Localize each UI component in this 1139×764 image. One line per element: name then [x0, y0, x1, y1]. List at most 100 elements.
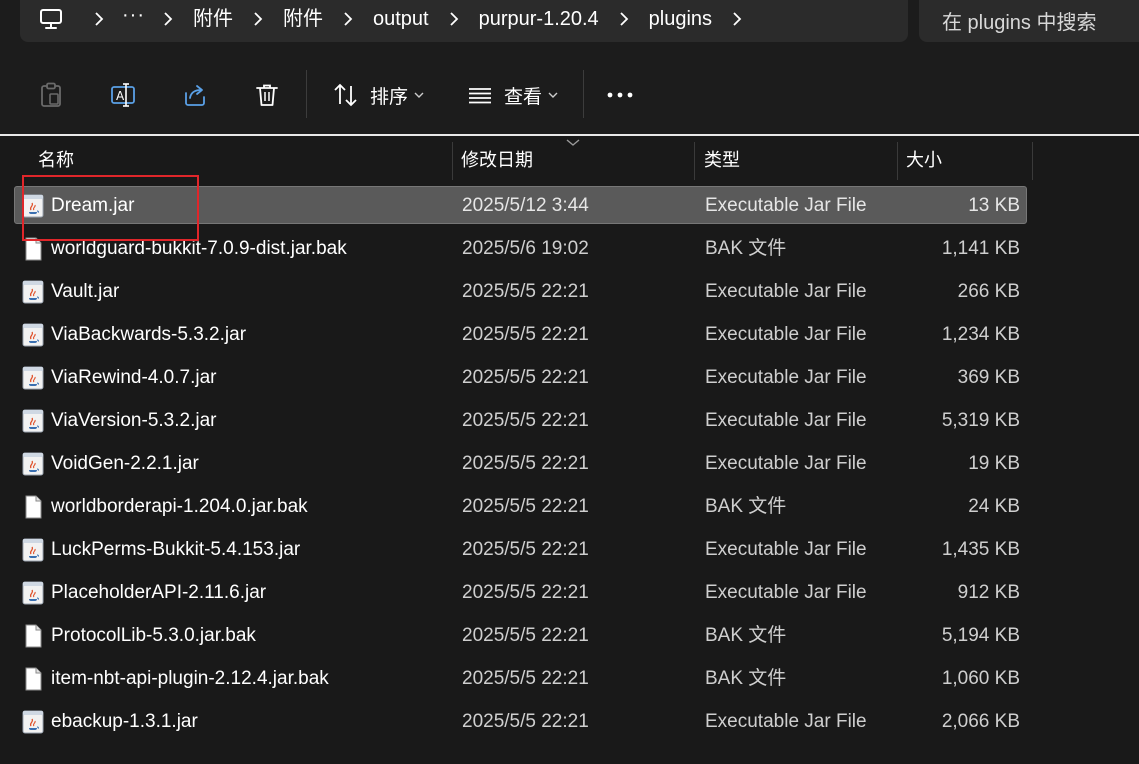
file-modified-date: 2025/5/5 22:21: [462, 367, 589, 388]
column-header-modified[interactable]: 修改日期: [461, 138, 533, 180]
chevron-right-icon[interactable]: [331, 0, 365, 38]
search-placeholder: 在 plugins 中搜索: [942, 12, 1097, 34]
file-row[interactable]: ebackup-1.3.1.jar 2025/5/5 22:21 Executabl…: [14, 702, 1027, 740]
chevron-down-icon: [414, 92, 424, 98]
view-list-icon: [468, 88, 491, 104]
file-name: LuckPerms-Bukkit-5.4.153.jar: [51, 539, 301, 560]
column-resize-handle[interactable]: [1032, 142, 1033, 180]
file-name: worldborderapi-1.204.0.jar.bak: [51, 496, 308, 517]
breadcrumb-item-2[interactable]: 附件: [275, 0, 331, 38]
breadcrumb-item-output[interactable]: output: [365, 0, 437, 38]
rename-button[interactable]: A: [108, 78, 138, 112]
file-modified-date: 2025/5/5 22:21: [462, 668, 589, 689]
sort-button[interactable]: 排序: [330, 78, 426, 112]
toolbar-divider: [583, 70, 584, 118]
file-row[interactable]: worldborderapi-1.204.0.jar.bak 2025/5/5 2…: [14, 487, 1027, 525]
file-type: Executable Jar File: [705, 410, 867, 431]
java-jar-icon: [22, 194, 44, 218]
chevron-right-icon[interactable]: [607, 0, 641, 38]
file-name: ViaBackwards-5.3.2.jar: [51, 324, 247, 345]
file-row[interactable]: LuckPerms-Bukkit-5.4.153.jar 2025/5/5 22:…: [14, 530, 1027, 568]
chevron-right-icon[interactable]: [241, 0, 275, 38]
column-resize-handle[interactable]: [694, 142, 695, 180]
view-label: 查看: [503, 86, 542, 108]
file-modified-date: 2025/5/5 22:21: [462, 711, 589, 732]
java-jar-icon: [22, 366, 44, 390]
java-jar-icon: [22, 710, 44, 734]
file-modified-date: 2025/5/12 3:44: [462, 195, 589, 216]
file-name: item-nbt-api-plugin-2.12.4.jar.bak: [51, 668, 329, 689]
share-button[interactable]: [180, 78, 210, 112]
blank-file-icon: [25, 495, 42, 519]
java-jar-icon: [22, 280, 44, 304]
file-row[interactable]: ViaVersion-5.3.2.jar 2025/5/5 22:21 Execut…: [14, 401, 1027, 439]
file-type: BAK 文件: [705, 238, 787, 259]
file-size: 1,435 KB: [941, 539, 1020, 560]
file-size: 19 KB: [968, 453, 1020, 474]
file-size: 1,060 KB: [941, 668, 1020, 689]
rename-icon: A: [111, 83, 135, 107]
toolbar-divider: [306, 70, 307, 118]
file-modified-date: 2025/5/5 22:21: [462, 410, 589, 431]
file-modified-date: 2025/5/5 22:21: [462, 625, 589, 646]
file-type: Executable Jar File: [705, 453, 867, 474]
file-row[interactable]: ProtocolLib-5.3.0.jar.bak 2025/5/5 22:21 B…: [14, 616, 1027, 654]
file-list: 名称 修改日期 类型 大小 Dream.jar 2025/5/12 3:44 Exe…: [0, 138, 1139, 764]
breadcrumb-items: ··· 附件 附件 output purpur-1.20.4 plugins: [20, 0, 754, 38]
file-size: 1,141 KB: [941, 238, 1020, 259]
paste-button[interactable]: [36, 78, 66, 112]
file-modified-date: 2025/5/5 22:21: [462, 496, 589, 517]
breadcrumb-item-purpur[interactable]: purpur-1.20.4: [471, 0, 607, 38]
java-jar-icon: [22, 323, 44, 347]
column-header-type[interactable]: 类型: [704, 138, 740, 180]
file-type: BAK 文件: [705, 625, 787, 646]
file-modified-date: 2025/5/5 22:21: [462, 281, 589, 302]
file-type: BAK 文件: [705, 496, 787, 517]
command-bar: A 排序 查看: [0, 52, 1139, 136]
svg-text:A: A: [116, 89, 125, 103]
column-resize-handle[interactable]: [897, 142, 898, 180]
file-name: Dream.jar: [51, 195, 135, 216]
breadcrumb-more-button[interactable]: ···: [116, 0, 151, 38]
file-modified-date: 2025/5/5 22:21: [462, 324, 589, 345]
breadcrumb-item-plugins[interactable]: plugins: [641, 0, 720, 38]
blank-file-icon: [25, 624, 42, 648]
chevron-right-icon[interactable]: [82, 0, 116, 38]
file-row[interactable]: ViaBackwards-5.3.2.jar 2025/5/5 22:21 Exec…: [14, 315, 1027, 353]
java-jar-icon: [22, 409, 44, 433]
chevron-right-icon[interactable]: [151, 0, 185, 38]
file-type: Executable Jar File: [705, 582, 867, 603]
file-name: ViaRewind-4.0.7.jar: [51, 367, 217, 388]
breadcrumb-item-1[interactable]: 附件: [185, 0, 241, 38]
sort-icon: [334, 83, 357, 107]
file-name: VoidGen-2.2.1.jar: [51, 453, 199, 474]
search-input[interactable]: 在 plugins 中搜索: [919, 0, 1139, 42]
column-header-name[interactable]: 名称: [38, 138, 74, 180]
clipboard-icon: [41, 82, 61, 107]
blank-file-icon: [25, 237, 42, 261]
trash-icon: [256, 84, 278, 106]
file-row[interactable]: VoidGen-2.2.1.jar 2025/5/5 22:21 Executabl…: [14, 444, 1027, 482]
more-options-button[interactable]: [604, 78, 636, 112]
breadcrumb[interactable]: ··· 附件 附件 output purpur-1.20.4 plugins: [20, 0, 908, 42]
file-size: 13 KB: [968, 195, 1020, 216]
file-row[interactable]: worldguard-bukkit-7.0.9-dist.jar.bak 2025…: [14, 229, 1027, 267]
file-row[interactable]: PlaceholderAPI-2.11.6.jar 2025/5/5 22:21 E…: [14, 573, 1027, 611]
column-resize-handle[interactable]: [452, 142, 453, 180]
file-row[interactable]: item-nbt-api-plugin-2.12.4.jar.bak 2025/5…: [14, 659, 1027, 697]
file-name: ProtocolLib-5.3.0.jar.bak: [51, 625, 256, 646]
file-row[interactable]: Dream.jar 2025/5/12 3:44 Executable Jar Fi…: [14, 186, 1027, 224]
computer-icon[interactable]: [20, 0, 82, 38]
column-header-size[interactable]: 大小: [906, 138, 942, 180]
file-size: 24 KB: [968, 496, 1020, 517]
file-name: worldguard-bukkit-7.0.9-dist.jar.bak: [51, 238, 347, 259]
view-button[interactable]: 查看: [464, 78, 560, 112]
file-type: Executable Jar File: [705, 539, 867, 560]
delete-button[interactable]: [252, 78, 282, 112]
file-row[interactable]: Vault.jar 2025/5/5 22:21 Executable Jar Fi…: [14, 272, 1027, 310]
chevron-right-icon[interactable]: [720, 0, 754, 38]
chevron-right-icon[interactable]: [437, 0, 471, 38]
file-row[interactable]: ViaRewind-4.0.7.jar 2025/5/5 22:21 Executa…: [14, 358, 1027, 396]
file-modified-date: 2025/5/5 22:21: [462, 539, 589, 560]
file-type: BAK 文件: [705, 668, 787, 689]
